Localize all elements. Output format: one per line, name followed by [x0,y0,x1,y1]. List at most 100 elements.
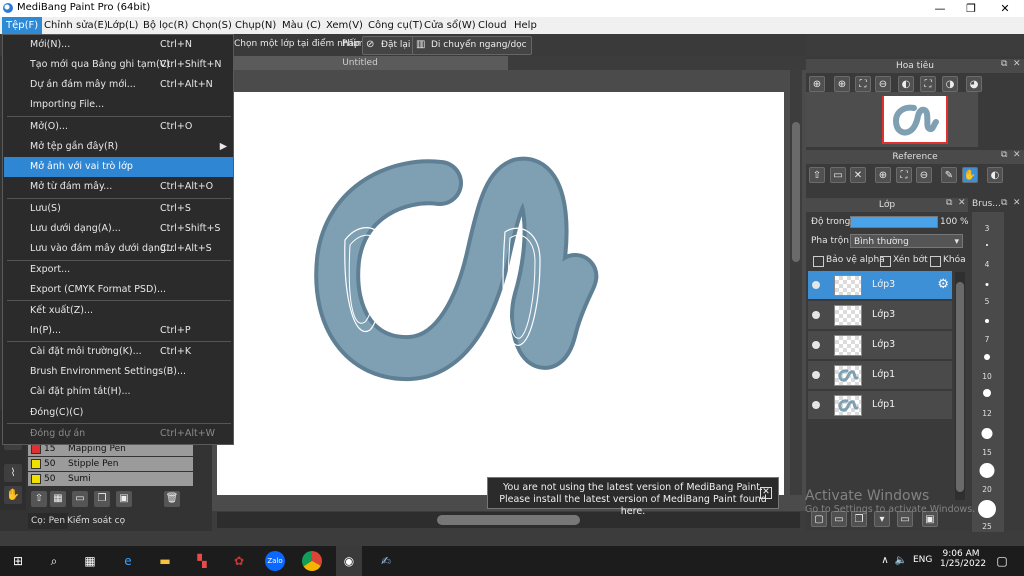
hand-icon[interactable]: ✋ [4,486,22,504]
protect-alpha-checkbox[interactable] [813,256,824,267]
menu-item-environment-settings[interactable]: Cài đặt môi trường(K)... Ctrl+K [4,342,233,362]
menu-item-new[interactable]: Mới(N)... Ctrl+N [4,35,233,55]
brush-size-dot[interactable] [974,354,1000,361]
task-view-icon[interactable]: ▦ [80,551,100,571]
clock[interactable]: 9:06 AM 1/25/2022 [940,549,986,569]
close-notification-button[interactable]: ✕ [760,487,772,499]
visibility-icon[interactable] [812,371,820,379]
brush-item[interactable]: 50 Stipple Pen [28,457,193,471]
menu-item-render[interactable]: Kết xuất(Z)... [4,301,233,321]
close-icon[interactable]: ✕ [850,167,866,183]
input-language[interactable]: ENG [913,555,932,565]
panel-detach-icon[interactable]: ⧉ [1001,150,1007,160]
maximize-button[interactable]: ❐ [956,0,986,17]
opacity-slider[interactable] [850,216,938,228]
menu-capture[interactable]: Chụp(N) [231,17,280,34]
scroll-thumb[interactable] [792,122,800,262]
menu-item-shortcut-settings[interactable]: Cài đặt phím tắt(H)... [4,382,233,402]
paint-app-icon[interactable]: ✍ [376,551,396,571]
fit-icon[interactable]: ⛶ [855,76,871,92]
visibility-icon[interactable] [812,281,820,289]
menu-item-open[interactable]: Mở(O)... Ctrl+O [4,117,233,137]
brush-size-dot[interactable] [974,463,1000,479]
folder-icon[interactable]: ▭ [830,167,846,183]
panel-detach-icon[interactable]: ⧉ [1001,59,1007,69]
brush-size-dot[interactable] [974,244,1000,247]
zoom-in-icon[interactable]: ⊕ [834,76,850,92]
close-window-button[interactable]: ✕ [990,0,1020,17]
panel-close-icon[interactable]: ✕ [958,198,966,208]
upload-icon[interactable]: ⇧ [809,167,825,183]
reset-rotate-icon[interactable]: ◑ [942,76,958,92]
notification-center-icon[interactable]: ▢ [992,551,1012,571]
menu-cloud[interactable]: Cloud [474,17,511,34]
hand-icon[interactable]: ✋ [962,167,978,183]
vertical-scrollbar[interactable] [790,70,802,495]
gear-icon[interactable]: ⚙ [937,277,949,292]
fit-icon[interactable]: ⛶ [896,167,912,183]
app-icon[interactable]: ▚ [192,551,212,571]
layer-row[interactable]: Lớp3 [808,331,952,360]
duplicate-icon[interactable]: ▣ [116,491,132,507]
menu-item-export[interactable]: Export... [4,260,233,280]
layer-scrollbar[interactable] [955,272,965,500]
brush-item[interactable]: 50 Sumi [28,472,193,486]
visibility-icon[interactable] [812,311,820,319]
reset-button[interactable]: ⊘ Đặt lại [362,36,416,55]
add-brush-icon[interactable]: ▦ [50,491,66,507]
menu-tools[interactable]: Công cụ(T) [364,17,427,34]
trash-icon[interactable]: 🗑 [164,491,180,507]
menu-item-save-to-cloud-as[interactable]: Lưu vào đám mây dưới dạng... Ctrl+Alt+S [4,239,233,259]
lock-checkbox[interactable] [930,256,941,267]
zoom-out-icon[interactable]: ⊖ [875,76,891,92]
panel-close-icon[interactable]: ✕ [1013,150,1021,160]
layer-row[interactable]: Lớp3 [808,301,952,330]
panel-detach-icon[interactable]: ⧉ [1001,198,1007,208]
app-icon[interactable]: ✿ [229,551,249,571]
tab-brush-pen[interactable]: Cọ: Pen [28,513,69,529]
file-explorer-icon[interactable]: ▬ [155,551,175,571]
menu-item-open-as-layer[interactable]: Mở ảnh với vai trò lớp [4,157,233,177]
menu-edit[interactable]: Chỉnh sửa(E) [40,17,112,34]
layer-row[interactable]: Lớp3 ⚙ [808,271,952,300]
rotate-icon[interactable]: ◐ [898,76,914,92]
menu-item-importing-file[interactable]: Importing File... [4,95,233,115]
brush-size-dot[interactable] [974,500,1000,519]
brush-size-dot[interactable] [974,389,1000,398]
panel-close-icon[interactable]: ✕ [1013,59,1021,69]
zoom-icon[interactable]: ⊕ [809,76,825,92]
fullscreen-icon[interactable]: ⛶ [920,76,936,92]
eyedropper-icon[interactable]: ✎ [941,167,957,183]
update-notification[interactable]: You are not using the latest version of … [487,477,779,517]
upload-icon[interactable]: ⇧ [31,491,47,507]
layer-row[interactable]: Lớp1 [808,391,952,420]
brush-size-dot[interactable] [974,283,1000,287]
menu-item-brush-environment-settings[interactable]: Brush Environment Settings(B)... [4,362,233,382]
menu-item-open-from-cloud[interactable]: Mở từ đám mây... Ctrl+Alt+O [4,177,233,197]
menu-help[interactable]: Help [510,17,541,34]
menu-file[interactable]: Tệp(F) [2,17,43,34]
medibang-taskbar-icon[interactable]: ◉ [336,546,362,576]
copy-icon[interactable]: ❐ [94,491,110,507]
menu-layer[interactable]: Lớp(L) [103,17,142,34]
search-icon[interactable]: ⌕ [44,551,64,571]
eyedropper-icon[interactable]: ⌇ [4,464,22,482]
zoom-out-icon[interactable]: ⊖ [916,167,932,183]
drawing-canvas[interactable] [217,92,784,495]
menu-item-save-as[interactable]: Lưu dưới dạng(A)... Ctrl+Shift+S [4,219,233,239]
menu-item-close[interactable]: Đóng(C)(C) [4,403,233,423]
menu-item-new-from-clipboard[interactable]: Tạo mới qua Bảng ghi tạm(V) Ctrl+Shift+N [4,55,233,75]
move-horizontal-vertical-button[interactable]: ▥ Di chuyển ngang/dọc [412,36,532,55]
brush-size-dot[interactable] [974,319,1000,324]
document-tab[interactable]: Untitled [212,56,508,70]
folder-icon[interactable]: ▭ [72,491,88,507]
scroll-thumb[interactable] [956,282,964,492]
menu-item-export-cmyk[interactable]: Export (CMYK Format PSD)... [4,280,233,300]
menu-color[interactable]: Màu (C) [278,17,325,34]
flip-icon[interactable]: ◕ [966,76,982,92]
tab-brush-control[interactable]: Kiểm soát cọ [64,513,128,529]
menu-item-new-cloud-project[interactable]: Dự án đám mây mới... Ctrl+Alt+N [4,75,233,95]
menu-view[interactable]: Xem(V) [322,17,367,34]
menu-select[interactable]: Chọn(S) [188,17,236,34]
zalo-icon[interactable]: Zalo [265,551,285,571]
